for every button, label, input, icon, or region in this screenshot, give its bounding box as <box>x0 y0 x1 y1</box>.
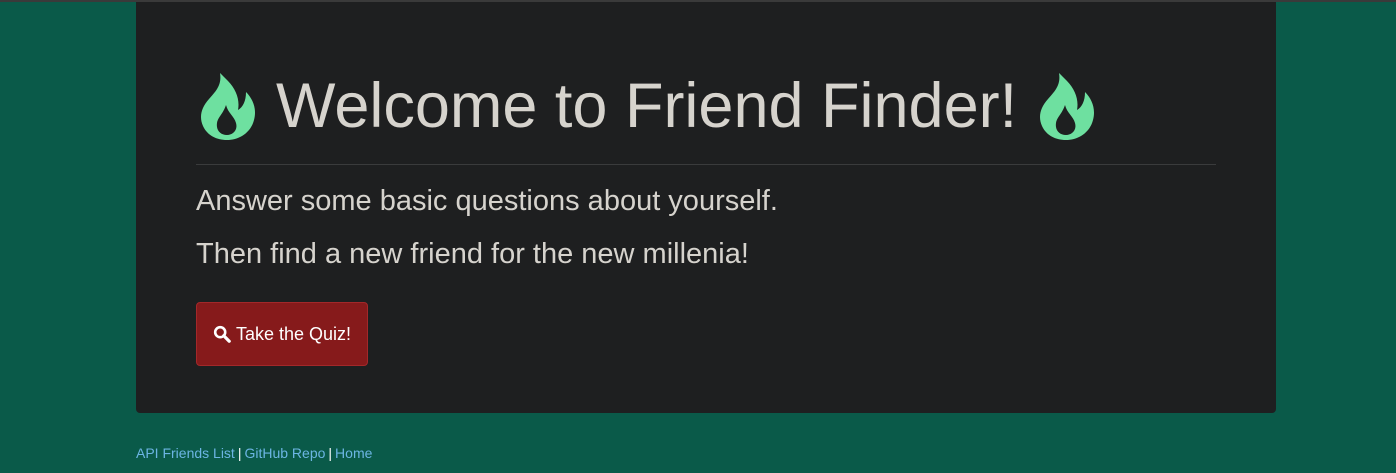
footer-separator: | <box>237 445 242 461</box>
search-icon <box>213 325 231 343</box>
footer-links: API Friends List | GitHub Repo | Home <box>136 445 372 461</box>
take-quiz-button[interactable]: Take the Quiz! <box>196 302 368 366</box>
title-text: Welcome to Friend Finder! <box>276 71 1018 141</box>
jumbotron-panel: Welcome to Friend Finder! Answer some ba… <box>136 2 1276 413</box>
divider <box>196 164 1216 165</box>
page-title: Welcome to Friend Finder! <box>196 66 1097 146</box>
github-repo-link[interactable]: GitHub Repo <box>244 445 325 461</box>
home-link[interactable]: Home <box>335 445 372 461</box>
api-friends-list-link[interactable]: API Friends List <box>136 445 235 461</box>
lead-text-2: Then find a new friend for the new mille… <box>196 238 749 270</box>
lead-text-1: Answer some basic questions about yourse… <box>196 185 778 217</box>
footer-separator: | <box>328 445 333 461</box>
fire-icon <box>196 71 258 141</box>
take-quiz-label: Take the Quiz! <box>235 323 352 344</box>
fire-icon <box>1035 71 1097 141</box>
